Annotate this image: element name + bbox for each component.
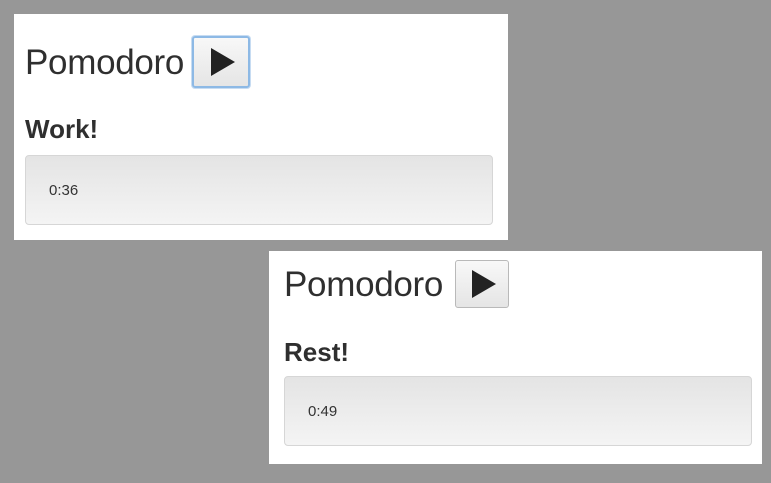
timer-value: 0:36	[49, 182, 79, 199]
play-button[interactable]	[455, 260, 510, 308]
timer-display: 0:36	[25, 155, 493, 225]
play-icon	[472, 270, 497, 298]
pomodoro-window-rest: Pomodoro Rest! 0:49	[269, 251, 762, 464]
pomodoro-window-work: Pomodoro Work! 0:36	[14, 14, 508, 240]
timer-display: 0:49	[284, 376, 752, 446]
header: Pomodoro	[284, 260, 510, 308]
play-button[interactable]	[192, 36, 251, 88]
header: Pomodoro	[25, 36, 251, 88]
timer-value: 0:49	[308, 403, 338, 420]
app-title: Pomodoro	[25, 42, 185, 82]
phase-label: Rest!	[284, 337, 350, 367]
play-icon	[211, 48, 236, 76]
app-title: Pomodoro	[284, 264, 444, 304]
phase-label: Work!	[25, 114, 99, 144]
